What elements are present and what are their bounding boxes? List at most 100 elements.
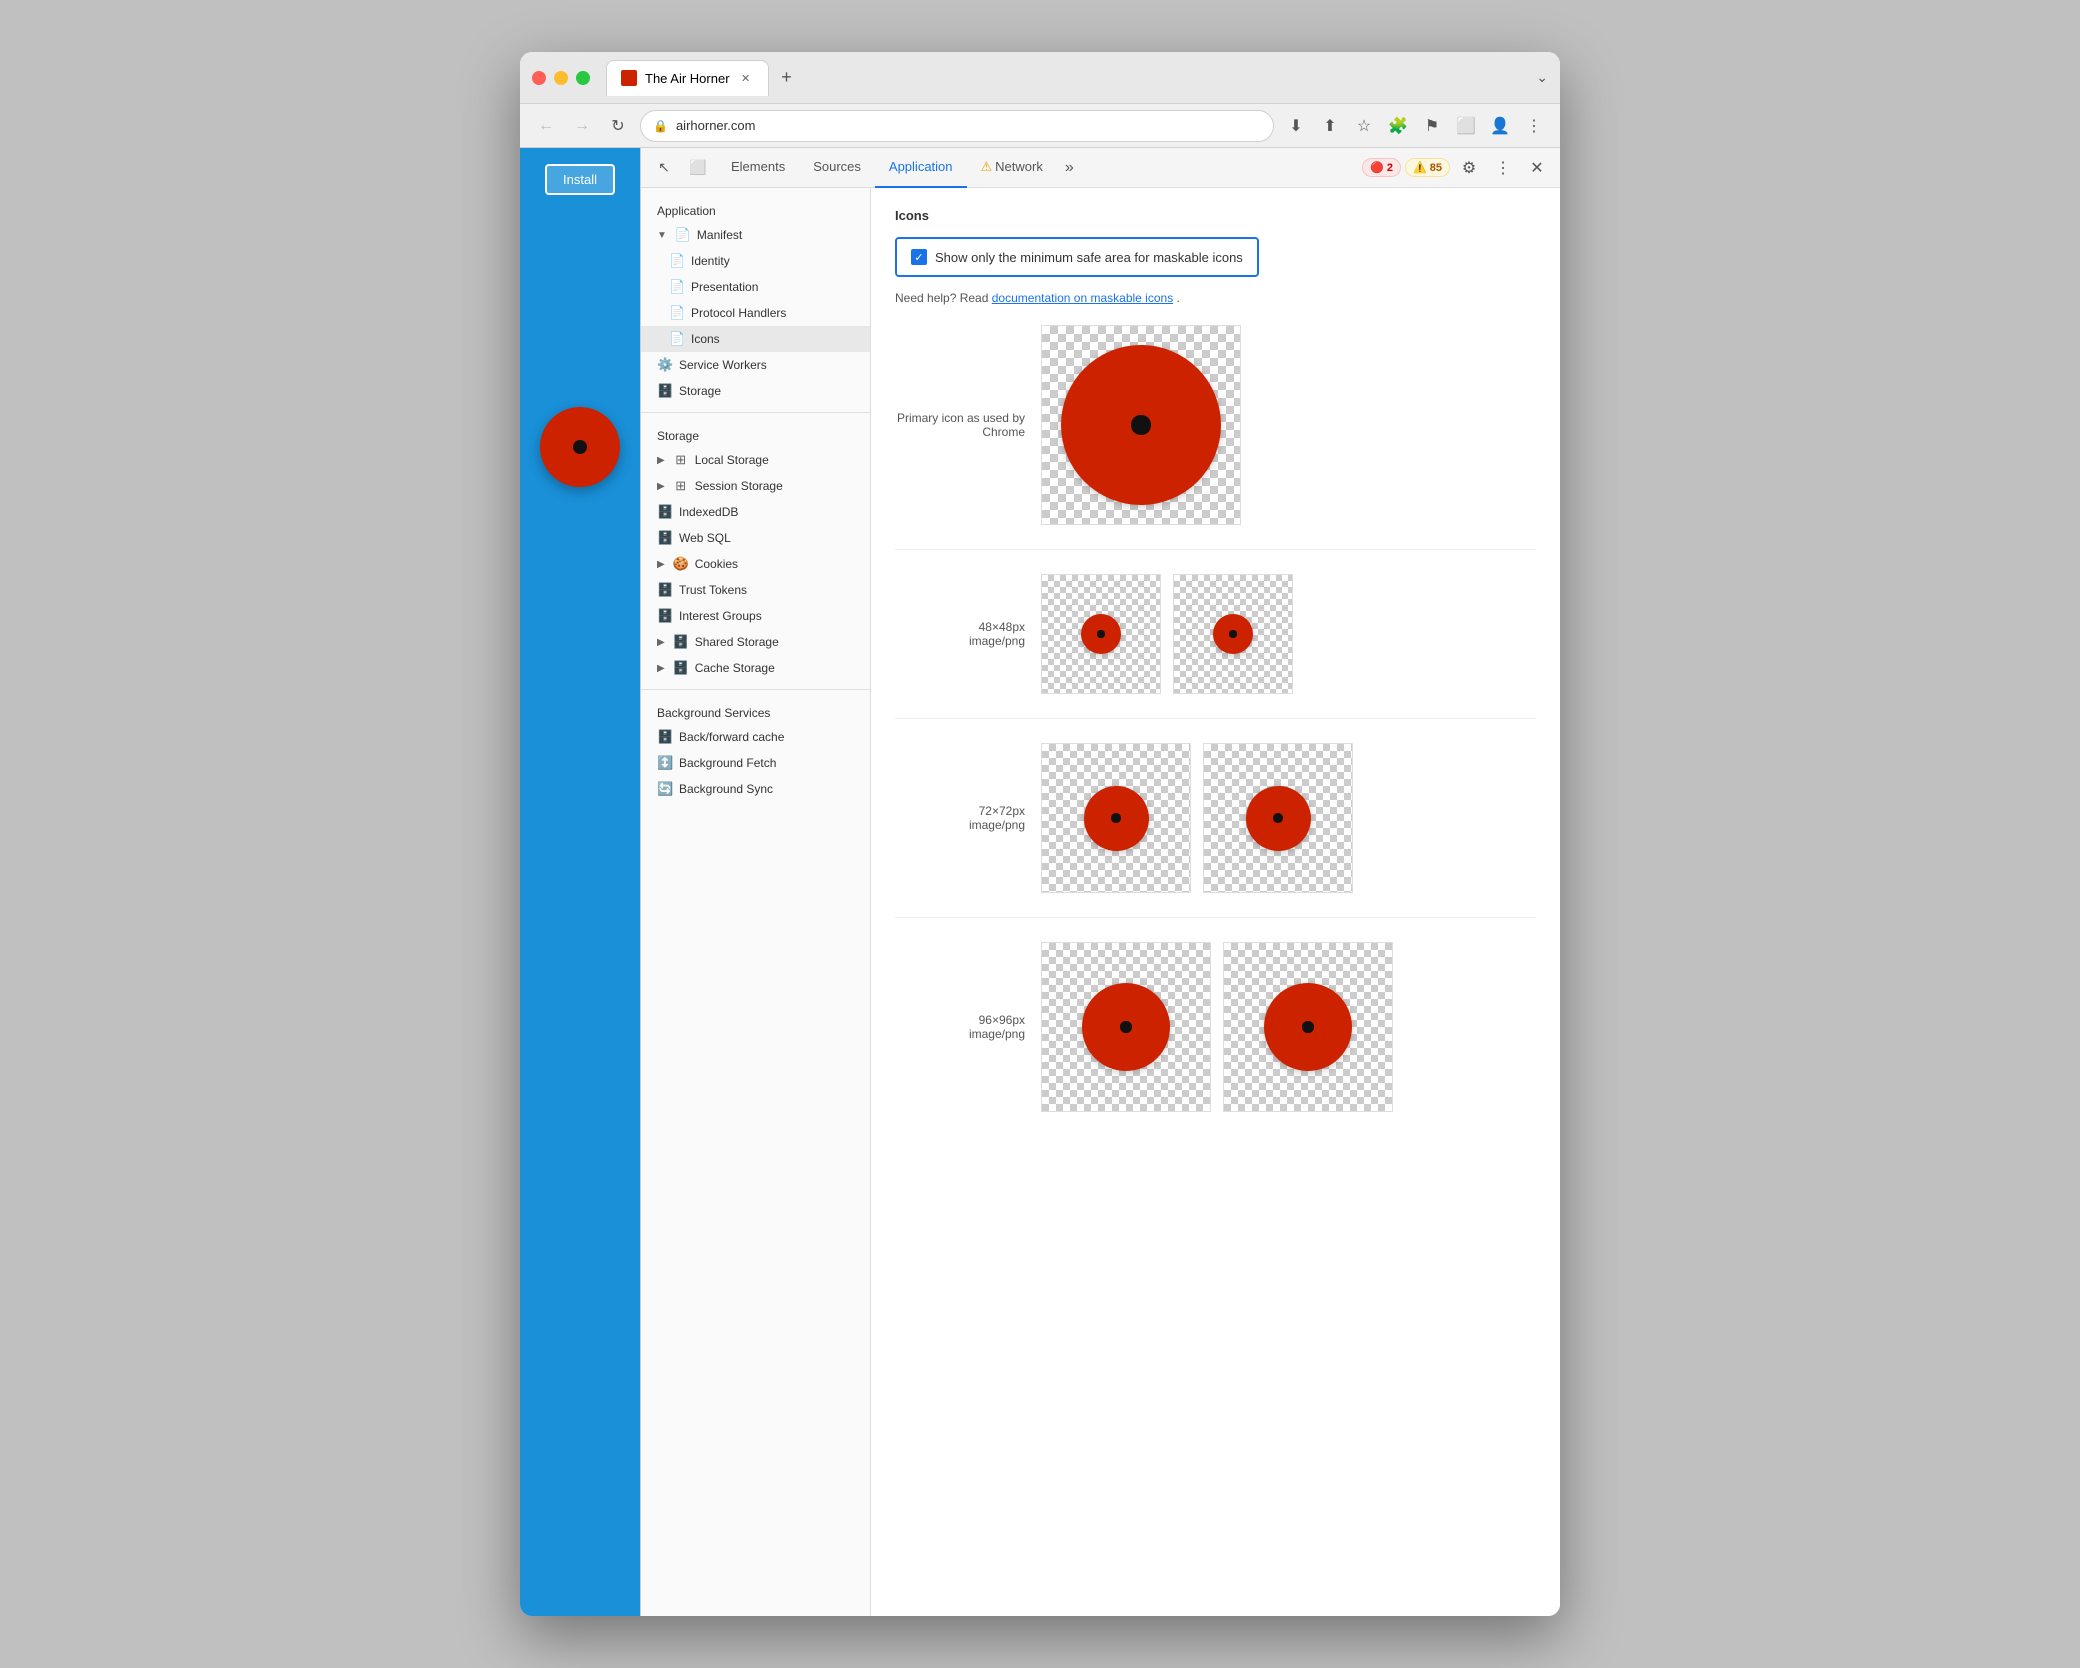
row-separator-2 xyxy=(895,718,1536,719)
app-icon-dot xyxy=(573,440,587,454)
icon-96-preview-1 xyxy=(1041,942,1211,1112)
sidebar-item-manifest[interactable]: ▼ 📄 Manifest xyxy=(641,222,870,248)
local-storage-grid-icon: ⊞ xyxy=(673,452,689,468)
sidebar-item-protocol-handlers[interactable]: 📄 Protocol Handlers xyxy=(641,300,870,326)
icon-72-pair xyxy=(1041,743,1353,893)
extension-icon[interactable]: 🧩 xyxy=(1384,112,1412,140)
sidebar-item-shared-storage[interactable]: ▶ 🗄️ Shared Storage xyxy=(641,629,870,655)
maximize-traffic-light[interactable] xyxy=(576,71,590,85)
url-bar[interactable]: 🔒 airhorner.com xyxy=(640,110,1274,142)
service-workers-gear-icon: ⚙️ xyxy=(657,357,673,373)
sidebar-item-background-fetch[interactable]: ↕️ Background Fetch xyxy=(641,750,870,776)
download-icon[interactable]: ⬇ xyxy=(1282,112,1310,140)
indexeddb-label: IndexedDB xyxy=(679,505,738,519)
new-tab-button[interactable]: + xyxy=(773,64,801,92)
title-bar: The Air Horner ✕ + ⌄ xyxy=(520,52,1560,104)
sidebar-item-trust-tokens[interactable]: 🗄️ Trust Tokens xyxy=(641,577,870,603)
icon-72-size-label: 72×72px xyxy=(895,804,1025,818)
tab-title: The Air Horner xyxy=(645,71,730,86)
background-sync-label: Background Sync xyxy=(679,782,773,796)
devtools-settings-icon[interactable]: ⚙ xyxy=(1454,153,1484,183)
split-view-icon[interactable]: ⬜ xyxy=(1452,112,1480,140)
element-picker-icon[interactable]: ↖ xyxy=(649,153,679,183)
devtools-tabs: Elements Sources Application ⚠ Network » xyxy=(717,148,1350,188)
indexeddb-db-icon: 🗄️ xyxy=(657,504,673,520)
tab-network[interactable]: ⚠ Network xyxy=(967,148,1057,188)
share-icon[interactable]: ⬆ xyxy=(1316,112,1344,140)
session-storage-arrow-icon: ▶ xyxy=(657,481,665,492)
icon-72-label: 72×72px image/png xyxy=(895,804,1025,832)
cookies-icon: 🍪 xyxy=(673,556,689,572)
sidebar-item-identity[interactable]: 📄 Identity xyxy=(641,248,870,274)
chrome-label-text: Chrome xyxy=(895,425,1025,439)
interest-groups-label: Interest Groups xyxy=(679,609,762,623)
sidebar-item-presentation[interactable]: 📄 Presentation xyxy=(641,274,870,300)
icon-72-row: 72×72px image/png xyxy=(895,743,1536,893)
devtools-panel: ↖ ⬜ Elements Sources Application ⚠ Netwo… xyxy=(640,148,1560,1616)
sidebar-item-local-storage[interactable]: ▶ ⊞ Local Storage xyxy=(641,447,870,473)
tab-sources[interactable]: Sources xyxy=(799,148,875,188)
manifest-label: Manifest xyxy=(697,228,742,242)
browser-tab[interactable]: The Air Horner ✕ xyxy=(606,60,769,96)
row-separator-3 xyxy=(895,917,1536,918)
sidebar-item-cookies[interactable]: ▶ 🍪 Cookies xyxy=(641,551,870,577)
icon-48-image-1 xyxy=(1081,614,1121,654)
icon-48-size-label: 48×48px xyxy=(895,620,1025,634)
tab-chevron-icon[interactable]: ⌄ xyxy=(1536,69,1548,86)
devtools-menu-icon[interactable]: ⋮ xyxy=(1488,153,1518,183)
sidebar-item-service-workers[interactable]: ⚙️ Service Workers xyxy=(641,352,870,378)
sidebar-item-web-sql[interactable]: 🗄️ Web SQL xyxy=(641,525,870,551)
sidebar-item-interest-groups[interactable]: 🗄️ Interest Groups xyxy=(641,603,870,629)
devtools-close-icon[interactable]: ✕ xyxy=(1522,153,1552,183)
devtools-main-content: Icons ✓ Show only the minimum safe area … xyxy=(871,188,1560,1616)
maskable-checkbox-container[interactable]: ✓ Show only the minimum safe area for ma… xyxy=(895,237,1259,277)
address-bar: ← → ↻ 🔒 airhorner.com ⬇ ⬆ ☆ 🧩 ⚑ ⬜ 👤 ⋮ xyxy=(520,104,1560,148)
browser-window: The Air Horner ✕ + ⌄ ← → ↻ 🔒 airhorner.c… xyxy=(520,52,1560,1616)
tab-elements[interactable]: Elements xyxy=(717,148,799,188)
sidebar-item-back-forward-cache[interactable]: 🗄️ Back/forward cache xyxy=(641,724,870,750)
tabs-bar: The Air Horner ✕ + ⌄ xyxy=(606,60,1548,96)
install-button[interactable]: Install xyxy=(545,164,615,195)
sidebar-item-background-sync[interactable]: 🔄 Background Sync xyxy=(641,776,870,802)
shared-storage-arrow-icon: ▶ xyxy=(657,637,665,648)
sidebar-item-storage-top[interactable]: 🗄️ Storage xyxy=(641,378,870,404)
bg-services-title: Background Services xyxy=(641,698,870,724)
protocol-doc-icon: 📄 xyxy=(669,305,685,321)
sidebar-item-session-storage[interactable]: ▶ ⊞ Session Storage xyxy=(641,473,870,499)
row-separator-1 xyxy=(895,549,1536,550)
sidebar-item-cache-storage[interactable]: ▶ 🗄️ Cache Storage xyxy=(641,655,870,681)
close-traffic-light[interactable] xyxy=(532,71,546,85)
tab-close-button[interactable]: ✕ xyxy=(738,70,754,86)
shared-storage-db-icon: 🗄️ xyxy=(673,634,689,650)
manifest-doc-icon: 📄 xyxy=(675,227,691,243)
background-fetch-icon: ↕️ xyxy=(657,755,673,771)
maskable-checkbox[interactable]: ✓ xyxy=(911,249,927,265)
session-storage-label: Session Storage xyxy=(695,479,783,493)
icon-48-pair xyxy=(1041,574,1293,694)
browser-menu-icon[interactable]: ⋮ xyxy=(1520,112,1548,140)
sidebar-item-indexeddb[interactable]: 🗄️ IndexedDB xyxy=(641,499,870,525)
tab-favicon xyxy=(621,70,637,86)
maskable-checkbox-label: Show only the minimum safe area for mask… xyxy=(935,250,1243,265)
back-button[interactable]: ← xyxy=(532,112,560,140)
refresh-button[interactable]: ↻ xyxy=(604,112,632,140)
minimize-traffic-light[interactable] xyxy=(554,71,568,85)
help-text: Need help? Read documentation on maskabl… xyxy=(895,291,1536,305)
forward-button[interactable]: → xyxy=(568,112,596,140)
help-link[interactable]: documentation on maskable icons xyxy=(992,291,1173,305)
cookies-label: Cookies xyxy=(695,557,738,571)
shared-storage-label: Shared Storage xyxy=(695,635,779,649)
device-toolbar-icon[interactable]: ⬜ xyxy=(683,153,713,183)
flag-icon[interactable]: ⚑ xyxy=(1418,112,1446,140)
profile-icon[interactable]: 👤 xyxy=(1486,112,1514,140)
icon-96-image-2 xyxy=(1264,983,1352,1071)
tab-application[interactable]: Application xyxy=(875,148,967,188)
sidebar-item-icons[interactable]: 📄 Icons xyxy=(641,326,870,352)
bookmark-icon[interactable]: ☆ xyxy=(1350,112,1378,140)
icon-48-format-label: image/png xyxy=(895,634,1025,648)
page-sidebar: Install xyxy=(520,148,640,1616)
lock-icon: 🔒 xyxy=(653,119,668,133)
application-section-title: Application xyxy=(641,196,870,222)
more-tabs-button[interactable]: » xyxy=(1057,159,1082,177)
icon-72-format-label: image/png xyxy=(895,818,1025,832)
